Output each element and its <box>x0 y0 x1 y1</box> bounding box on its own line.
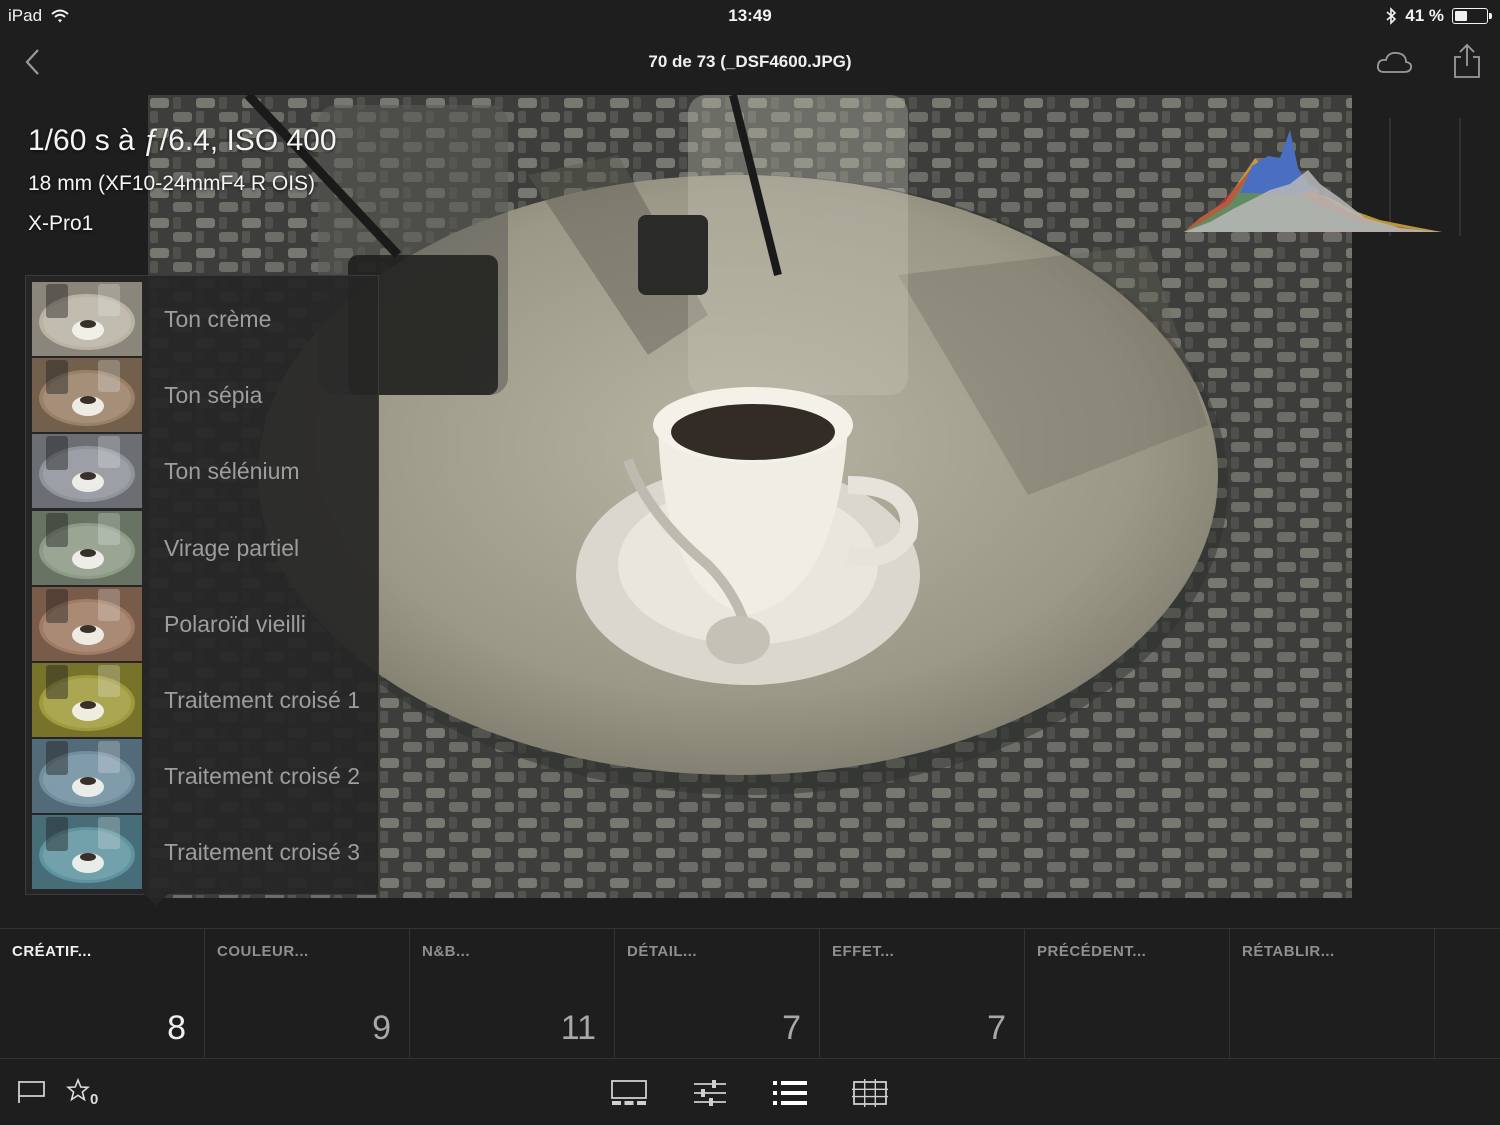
preset-item[interactable]: Ton sépia <box>32 358 374 433</box>
preset-item[interactable]: Ton crème <box>32 282 374 356</box>
preset-label: Polaroïd vieilli <box>164 610 306 637</box>
preset-thumbnail <box>32 739 142 814</box>
tab-label: PRÉCÉDENT... <box>1037 943 1147 960</box>
tab-category[interactable]: RÉTABLIR... <box>1230 929 1435 1059</box>
preset-item[interactable]: Traitement croisé 3 <box>32 815 374 890</box>
tab-label: N&B... <box>422 943 470 960</box>
tab-label: CRÉATIF... <box>12 943 92 960</box>
exif-lens: 18 mm (XF10-24mmF4 R OIS) <box>28 172 316 195</box>
presets-list-icon[interactable] <box>772 1079 808 1107</box>
filmstrip-view-icon[interactable] <box>610 1079 648 1107</box>
preset-item[interactable]: Virage partiel <box>32 510 374 585</box>
preset-thumbnail <box>32 358 142 433</box>
tab-category[interactable]: EFFET... 7 <box>820 929 1025 1059</box>
histogram[interactable] <box>1180 118 1462 236</box>
tab-category[interactable]: CRÉATIF... 8 <box>0 929 205 1059</box>
preset-item[interactable]: Ton sélénium <box>32 434 374 509</box>
preset-label: Traitement croisé 2 <box>164 763 360 790</box>
tab-count: 8 <box>167 1009 186 1047</box>
battery-icon <box>1452 8 1492 24</box>
tab-category[interactable]: COULEUR... 9 <box>205 929 410 1059</box>
preset-label: Ton sélénium <box>164 458 300 485</box>
bluetooth-icon <box>1386 7 1397 25</box>
preset-thumbnail <box>32 586 142 661</box>
tab-label: EFFET... <box>832 943 895 960</box>
cloud-sync-icon[interactable] <box>1374 46 1414 78</box>
tab-label: COULEUR... <box>217 943 309 960</box>
flag-icon[interactable] <box>16 1079 48 1105</box>
preset-list-popover: Ton crème Ton sépia Ton sélénium Virage par… <box>25 275 379 906</box>
battery-percent: 41 % <box>1405 6 1444 25</box>
tab-label: DÉTAIL... <box>627 943 698 960</box>
preset-thumbnail <box>32 434 142 509</box>
exif-exposure: 1/60 s à ƒ/6.4, ISO 400 <box>28 124 337 157</box>
tab-category[interactable]: N&B... 11 <box>410 929 615 1059</box>
preset-item[interactable]: Traitement croisé 1 <box>32 663 374 737</box>
preset-label: Virage partiel <box>164 534 300 561</box>
photo-title: 70 de 73 (_DSF4600.JPG) <box>648 52 852 71</box>
status-bar: iPad 13:49 41 % <box>0 0 1500 32</box>
crop-grid-icon[interactable] <box>852 1079 888 1107</box>
tab-count: 7 <box>782 1009 801 1047</box>
bottom-toolbar: 0 <box>0 1058 1500 1125</box>
share-icon[interactable] <box>1450 42 1484 80</box>
tab-count: 11 <box>560 1009 596 1047</box>
tab-label: RÉTABLIR... <box>1242 943 1335 960</box>
tab-count: 7 <box>987 1009 1006 1047</box>
tab-category[interactable]: PRÉCÉDENT... <box>1025 929 1230 1059</box>
nav-bar: 70 de 73 (_DSF4600.JPG) <box>0 32 1500 92</box>
adjustments-sliders-icon[interactable] <box>692 1079 728 1107</box>
preset-thumbnail <box>32 815 142 890</box>
preset-thumbnail <box>32 663 142 737</box>
exif-overlay: 1/60 s à ƒ/6.4, ISO 400 18 mm (XF10-24mm… <box>28 124 337 236</box>
preset-label: Traitement croisé 3 <box>164 839 360 866</box>
preset-item[interactable]: Traitement croisé 2 <box>32 739 374 814</box>
preset-category-tabs: CRÉATIF... 8 COULEUR... 9 N&B... 11 DÉTAIL... 7… <box>0 928 1500 1059</box>
preset-label: Ton crème <box>164 306 272 332</box>
preset-thumbnail <box>32 510 142 585</box>
exif-camera: X-Pro1 <box>28 212 94 235</box>
star-count: 0 <box>90 1091 99 1108</box>
preset-thumbnail <box>32 282 142 356</box>
tab-category[interactable]: DÉTAIL... 7 <box>615 929 820 1059</box>
preset-label: Traitement croisé 1 <box>164 687 360 713</box>
star-rating-icon[interactable] <box>66 1078 90 1102</box>
preset-item[interactable]: Polaroïd vieilli <box>32 586 374 661</box>
preset-label: Ton sépia <box>164 382 263 409</box>
clock: 13:49 <box>728 6 772 25</box>
tab-count: 9 <box>372 1009 391 1047</box>
